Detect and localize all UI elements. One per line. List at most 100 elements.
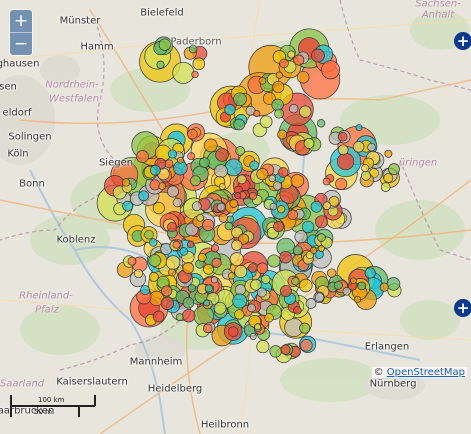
data-marker[interactable] [279,250,292,264]
data-marker[interactable] [210,244,219,253]
data-marker[interactable] [172,197,183,208]
data-marker[interactable] [186,240,195,249]
data-marker[interactable] [280,285,292,298]
data-marker[interactable] [203,138,218,153]
data-marker[interactable] [327,268,337,278]
data-marker-inner[interactable] [228,326,239,337]
data-marker[interactable] [379,282,389,292]
data-marker[interactable] [152,202,165,215]
data-marker[interactable] [226,215,235,224]
data-marker[interactable] [191,201,202,212]
data-marker[interactable] [202,218,215,232]
data-marker[interactable] [337,132,348,142]
data-marker[interactable] [249,192,257,200]
data-marker[interactable] [156,60,165,69]
data-marker[interactable] [167,222,178,233]
data-marker[interactable] [233,118,246,131]
data-marker-inner[interactable] [337,152,355,171]
data-marker[interactable] [175,313,184,321]
data-marker[interactable] [357,281,367,291]
data-marker[interactable] [355,124,363,132]
data-marker[interactable] [182,297,195,309]
data-marker[interactable] [197,253,207,262]
data-marker[interactable] [172,240,181,249]
data-marker[interactable] [259,115,273,129]
data-marker[interactable] [224,158,243,177]
data-marker[interactable] [164,159,174,169]
data-marker[interactable] [179,247,189,256]
data-marker[interactable] [233,92,247,107]
data-marker[interactable] [258,76,267,85]
data-marker[interactable] [202,323,213,334]
data-marker[interactable] [167,149,178,159]
data-marker[interactable] [292,245,303,256]
data-marker[interactable] [235,146,246,156]
data-marker[interactable] [322,201,332,210]
data-marker[interactable] [287,50,296,59]
data-marker[interactable] [301,220,315,234]
data-marker[interactable] [149,164,161,176]
data-marker[interactable] [311,48,325,63]
data-marker[interactable] [383,173,394,184]
pan-east-button-top[interactable]: + [454,32,471,50]
data-marker[interactable] [303,138,315,149]
data-marker[interactable] [215,147,229,162]
data-marker[interactable] [316,119,326,128]
data-marker[interactable] [211,257,222,268]
data-marker[interactable] [352,141,365,153]
data-marker[interactable] [138,190,150,202]
data-marker[interactable] [256,262,269,275]
data-marker[interactable] [256,340,270,354]
data-marker[interactable] [361,170,371,181]
data-marker[interactable] [191,70,199,79]
data-marker[interactable] [256,168,269,181]
data-marker[interactable] [277,167,289,178]
data-marker[interactable] [322,177,331,186]
data-marker[interactable] [299,278,313,293]
data-marker[interactable] [380,182,391,192]
data-marker[interactable] [299,105,312,118]
data-marker[interactable] [342,287,351,296]
data-marker[interactable] [269,345,282,358]
data-marker[interactable] [293,306,302,315]
data-marker[interactable] [236,174,247,185]
data-marker[interactable] [269,202,278,211]
data-marker[interactable] [127,256,137,266]
data-marker-inner[interactable] [234,284,246,296]
data-marker[interactable] [310,200,323,213]
data-marker[interactable] [287,209,299,221]
data-marker[interactable] [148,272,159,282]
data-marker[interactable] [158,38,171,51]
data-marker[interactable] [261,274,271,284]
data-marker[interactable] [122,200,133,212]
data-marker[interactable] [249,332,257,340]
data-marker[interactable] [121,178,131,187]
data-marker[interactable] [182,309,196,323]
data-marker[interactable] [249,160,260,171]
data-marker[interactable] [335,177,348,190]
data-marker-inner[interactable] [144,229,154,240]
data-marker[interactable] [228,272,236,280]
data-marker[interactable] [290,174,305,188]
map-view[interactable]: Nordrhein- Westfalen Rheinland- Pfalz Sa… [0,0,471,434]
data-marker[interactable] [272,181,282,191]
data-marker[interactable] [168,268,176,277]
data-marker[interactable] [317,233,326,242]
data-marker[interactable] [300,339,313,352]
data-marker[interactable] [210,276,218,284]
data-marker[interactable] [367,142,376,152]
data-marker[interactable] [218,213,228,223]
data-marker[interactable] [293,54,305,66]
data-marker[interactable] [264,313,274,323]
data-marker[interactable] [199,157,210,168]
data-marker[interactable] [337,144,349,156]
data-marker[interactable] [247,263,258,273]
data-marker[interactable] [350,277,357,285]
data-marker[interactable] [224,221,234,231]
data-marker[interactable] [182,262,195,274]
data-marker[interactable] [267,254,281,268]
data-marker[interactable] [218,183,226,190]
data-marker[interactable] [353,295,362,304]
data-marker[interactable] [272,80,285,94]
data-marker[interactable] [321,60,341,80]
